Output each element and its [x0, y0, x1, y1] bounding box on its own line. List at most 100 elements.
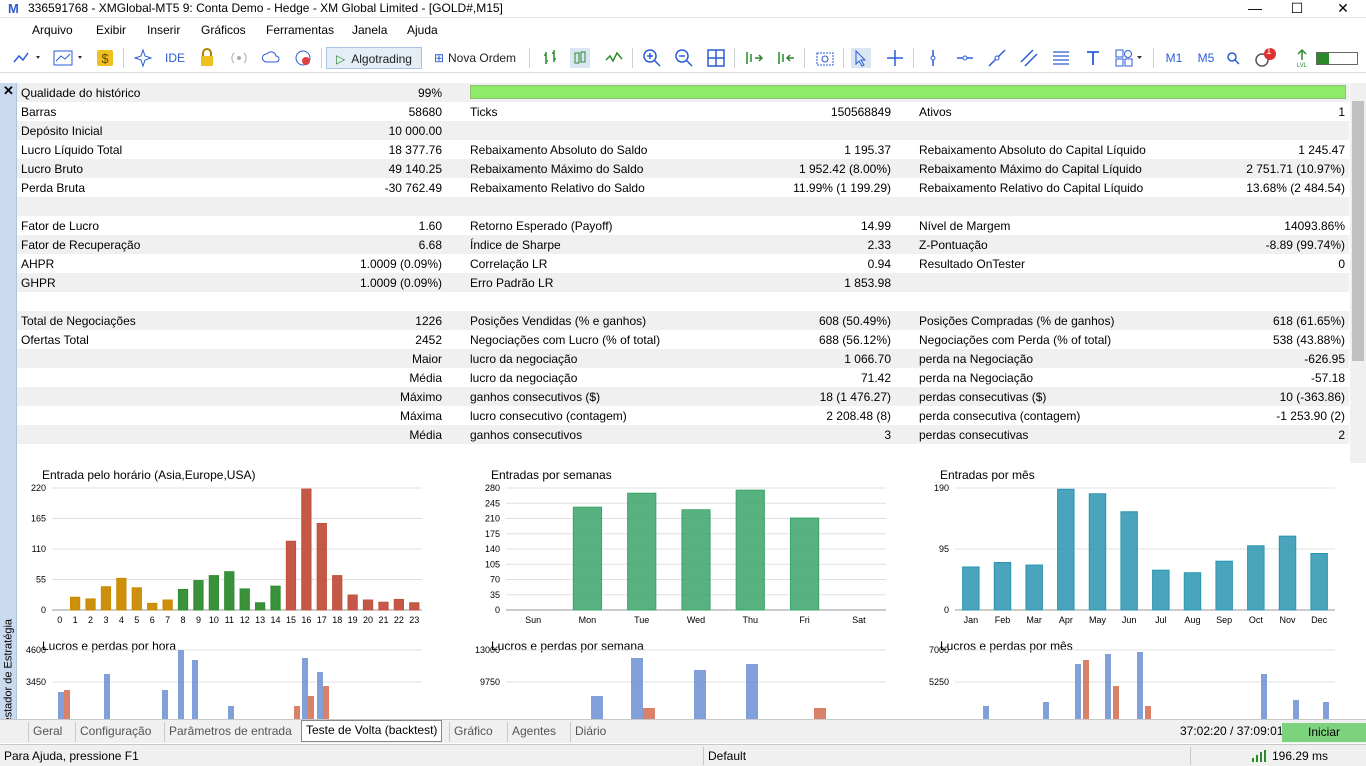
- crosshair-icon[interactable]: [885, 48, 905, 68]
- menu-exibir[interactable]: Exibir: [96, 23, 126, 37]
- menu-janela[interactable]: Janela: [352, 23, 387, 37]
- vertical-scrollbar[interactable]: [1350, 83, 1366, 463]
- menu-ferramentas[interactable]: Ferramentas: [266, 23, 334, 37]
- zoom-out-icon[interactable]: [674, 48, 694, 68]
- x-tick-label: 7: [165, 615, 170, 625]
- toolbar-separator: [843, 48, 844, 68]
- dollar-icon[interactable]: $: [95, 48, 115, 68]
- menu-arquivo[interactable]: Arquivo: [32, 23, 73, 37]
- bar: [735, 489, 765, 611]
- stat-label: Total de Negociações: [21, 314, 136, 328]
- profit-bar: [317, 672, 323, 719]
- menu-graficos[interactable]: Gráficos: [201, 23, 246, 37]
- stat-value: 538 (43.88%): [1272, 333, 1345, 347]
- stat-label: lucro consecutivo (contagem): [470, 409, 627, 423]
- stat-label: Ofertas Total: [21, 333, 89, 347]
- stat-label: Negociações com Perda (% of total): [919, 333, 1112, 347]
- ide-button[interactable]: IDE: [163, 47, 187, 69]
- tab-diario[interactable]: Diário: [570, 722, 610, 742]
- chart-type-icon[interactable]: [12, 48, 44, 68]
- zoom-in-icon[interactable]: [642, 48, 662, 68]
- horizontal-line-icon[interactable]: [955, 48, 975, 68]
- y-tick-label: 95: [939, 544, 949, 554]
- stat-label: Nível de Margem: [919, 219, 1011, 233]
- menu-ajuda[interactable]: Ajuda: [407, 23, 438, 37]
- y-tick-label: 0: [944, 605, 949, 615]
- profit-bar: [1261, 674, 1267, 719]
- new-order-icon: ⊞: [433, 51, 445, 65]
- search-icon[interactable]: [1225, 48, 1241, 68]
- channel-icon[interactable]: [1019, 48, 1039, 68]
- y-tick-label: 35: [490, 590, 500, 600]
- stat-value: 1 245.47: [1298, 143, 1345, 157]
- stat-value: -30 762.49: [384, 181, 442, 195]
- minimize-button[interactable]: —: [1232, 0, 1278, 18]
- chart-svg: 0551101652200 1 2 3 4 5 6 7 8 9 10 11 12 13 14 15 16 17 18…: [31, 483, 422, 625]
- tab-geral[interactable]: Geral: [28, 722, 66, 742]
- connection-strength-indicator: [1316, 52, 1358, 65]
- stat-label: Posições Vendidas (% e ganhos): [470, 314, 647, 328]
- bar: [239, 588, 250, 611]
- trend-line-icon[interactable]: [987, 48, 1007, 68]
- scrollbar-thumb[interactable]: [1352, 101, 1364, 361]
- stat-label: Rebaixamento Absoluto do Saldo: [470, 143, 648, 157]
- bar: [177, 588, 189, 611]
- maximize-button[interactable]: ☐: [1274, 0, 1320, 18]
- tab-parametros[interactable]: Parâmetros de entrada: [164, 722, 296, 742]
- autoscroll-icon[interactable]: [744, 48, 764, 68]
- x-tick-label: Nov: [1279, 615, 1296, 625]
- x-tick-label: 10: [209, 615, 219, 625]
- signal-icon[interactable]: [229, 48, 249, 68]
- close-panel-button[interactable]: ✕: [3, 83, 14, 99]
- fibonacci-icon[interactable]: [1051, 48, 1071, 68]
- text-tool-icon[interactable]: [1083, 48, 1103, 68]
- tab-backtest[interactable]: Teste de Volta (backtest): [301, 720, 443, 742]
- x-tick-label: 15: [286, 615, 296, 625]
- stat-label: lucro da negociação: [470, 371, 578, 385]
- stat-label: perdas consecutivas: [919, 428, 1029, 442]
- chart-shift-icon[interactable]: [776, 48, 796, 68]
- bar: [100, 586, 112, 611]
- screenshot-icon[interactable]: [815, 48, 835, 68]
- candlestick-icon[interactable]: [570, 48, 590, 68]
- bar: [301, 488, 312, 611]
- vertical-line-icon[interactable]: [923, 48, 943, 68]
- nova-ordem-button[interactable]: ⊞ Nova Ordem: [428, 47, 522, 69]
- stat-value: 1 195.37: [844, 143, 891, 157]
- iniciar-button[interactable]: Iniciar: [1282, 723, 1366, 742]
- tab-configuracao[interactable]: Configuração: [75, 722, 155, 742]
- y-tick-label: 0: [41, 605, 46, 615]
- cloud-icon[interactable]: [261, 48, 281, 68]
- profit-bar: [1137, 652, 1143, 719]
- signal-level-icon[interactable]: LVL: [1292, 48, 1312, 68]
- vps-icon[interactable]: [293, 48, 313, 68]
- stats-row: GHPR 1.0009 (0.09%) Erro Padrão LR 1 853.98: [17, 273, 1349, 292]
- shapes-icon[interactable]: [1114, 48, 1146, 68]
- timeframe-m1-button[interactable]: M1: [1161, 47, 1187, 69]
- chart-window-icon[interactable]: [52, 48, 86, 68]
- bar: [681, 509, 711, 611]
- grid-icon[interactable]: [706, 48, 726, 68]
- lock-icon[interactable]: [197, 48, 217, 68]
- charts-area: Entrada pelo horário (Asia,Europe,USA) 0 5…: [17, 463, 1350, 719]
- stat-value: 18 377.76: [388, 143, 442, 157]
- y-tick-label: 140: [485, 544, 500, 554]
- bar: [789, 517, 820, 611]
- sparkle-icon[interactable]: [133, 48, 153, 68]
- tab-grafico[interactable]: Gráfico: [449, 722, 497, 742]
- stat-value: 49 140.25: [388, 162, 442, 176]
- stat-label: ganhos consecutivos ($): [470, 390, 601, 404]
- bar: [316, 522, 327, 611]
- stat-label: Posições Compradas (% de ganhos): [919, 314, 1115, 328]
- tab-agentes[interactable]: Agentes: [507, 722, 560, 742]
- menu-inserir[interactable]: Inserir: [147, 23, 180, 37]
- bar: [255, 602, 266, 611]
- bar: [1057, 488, 1075, 611]
- timeframe-m5-button[interactable]: M5: [1193, 47, 1219, 69]
- algotrading-button[interactable]: ▷ Algotrading: [326, 47, 422, 69]
- line-chart-icon[interactable]: [604, 48, 624, 68]
- bar-chart-icon[interactable]: [540, 48, 560, 68]
- close-window-button[interactable]: ✕: [1320, 0, 1366, 18]
- y-tick-label: 190: [934, 483, 949, 493]
- cursor-icon[interactable]: [851, 48, 871, 68]
